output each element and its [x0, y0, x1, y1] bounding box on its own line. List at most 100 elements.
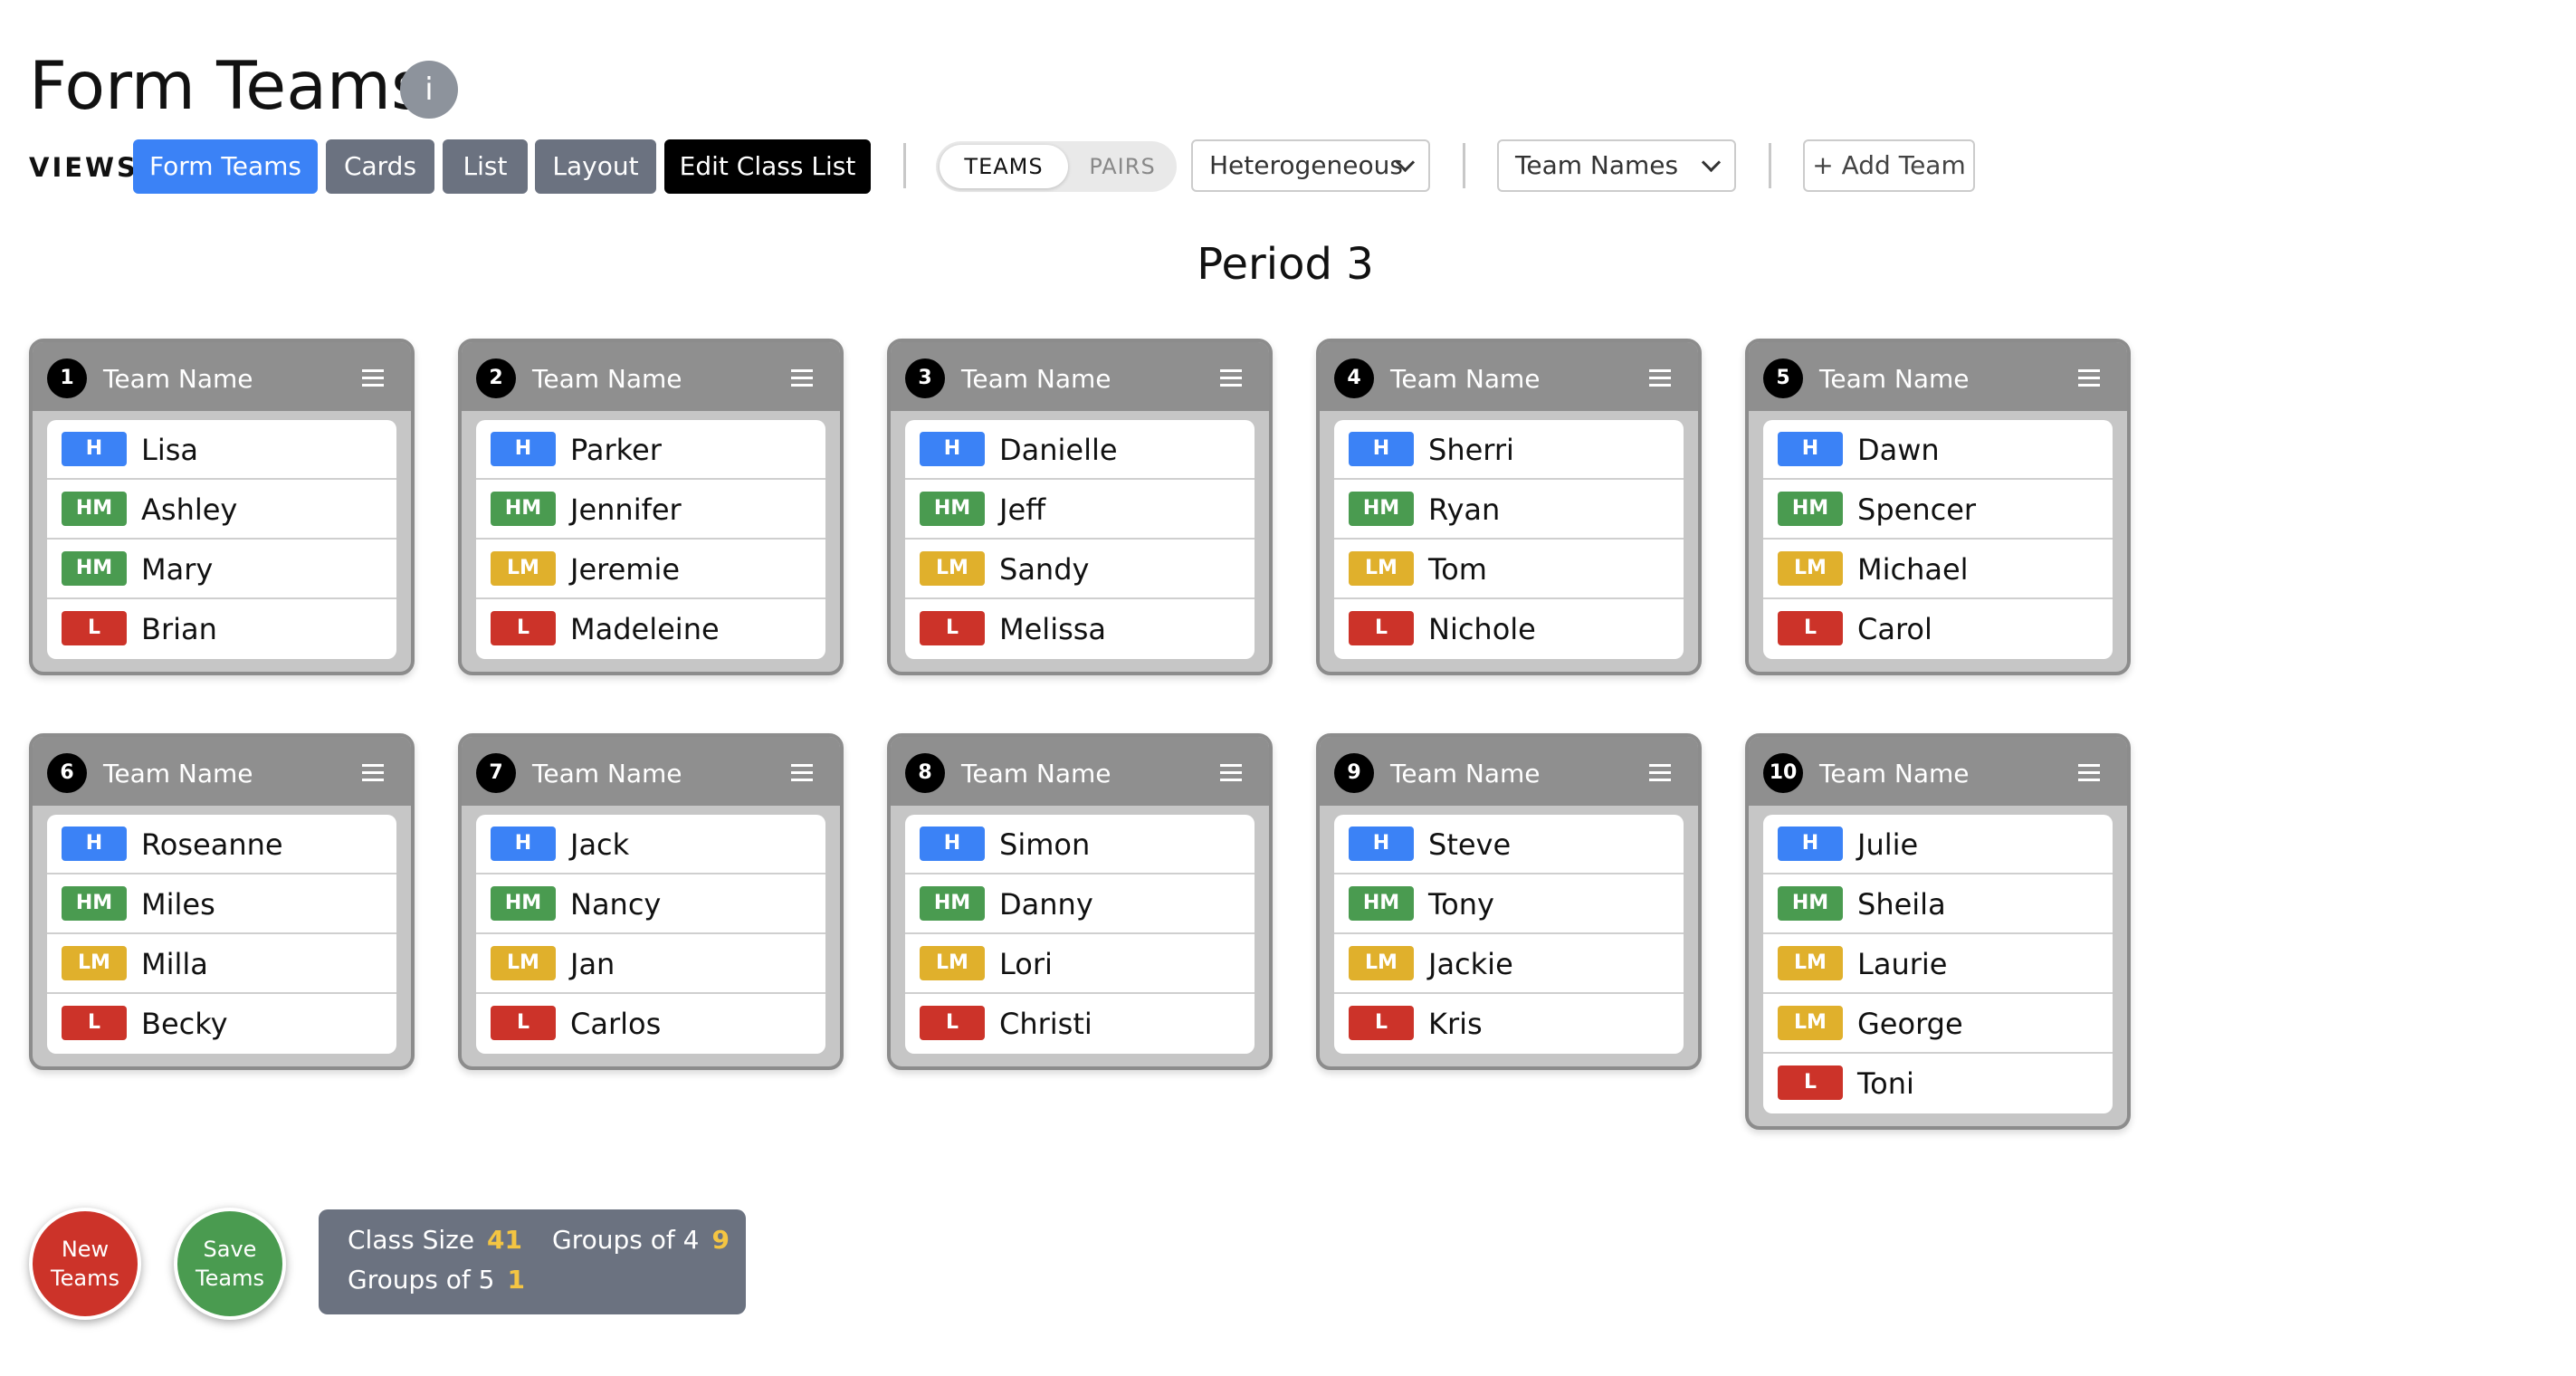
- team-name-label[interactable]: Team Name: [103, 342, 253, 416]
- form-teams-view-button[interactable]: Form Teams: [133, 139, 318, 194]
- team-member-row[interactable]: LM Laurie: [1763, 934, 2113, 994]
- team-member-row[interactable]: H Simon: [905, 815, 1255, 874]
- team-member-row[interactable]: HM Ashley: [47, 480, 396, 540]
- team-member-row[interactable]: HM Mary: [47, 540, 396, 599]
- team-member-row[interactable]: H Julie: [1763, 815, 2113, 874]
- team-name-label[interactable]: Team Name: [1390, 342, 1541, 416]
- team-member-row[interactable]: HM Sheila: [1763, 874, 2113, 934]
- team-member-row[interactable]: H Danielle: [905, 420, 1255, 480]
- team-card[interactable]: 8 Team Name H Simon HM Danny LM Lori L Christi: [887, 733, 1273, 1070]
- pairs-toggle-option[interactable]: PAIRS: [1072, 145, 1173, 188]
- teams-toggle-option[interactable]: TEAMS: [940, 145, 1068, 188]
- team-member-row[interactable]: L Nichole: [1334, 599, 1684, 659]
- team-member-row[interactable]: L Carol: [1763, 599, 2113, 659]
- team-member-row[interactable]: LM Sandy: [905, 540, 1255, 599]
- team-member-row[interactable]: LM Lori: [905, 934, 1255, 994]
- team-member-row[interactable]: H Steve: [1334, 815, 1684, 874]
- student-name: Jeremie: [570, 552, 681, 587]
- team-member-row[interactable]: H Parker: [476, 420, 825, 480]
- team-name-label[interactable]: Team Name: [1819, 342, 1970, 416]
- team-member-row[interactable]: LM George: [1763, 994, 2113, 1054]
- hamburger-menu-icon[interactable]: [362, 764, 384, 782]
- team-member-row[interactable]: H Jack: [476, 815, 825, 874]
- team-member-row[interactable]: LM Michael: [1763, 540, 2113, 599]
- team-member-row[interactable]: HM Jeff: [905, 480, 1255, 540]
- team-name-label[interactable]: Team Name: [961, 737, 1111, 811]
- grouping-select[interactable]: Heterogeneous: [1191, 139, 1430, 192]
- team-member-row[interactable]: LM Jackie: [1334, 934, 1684, 994]
- hamburger-menu-icon[interactable]: [2078, 764, 2100, 782]
- team-name-label[interactable]: Team Name: [1819, 737, 1970, 811]
- level-badge: LM: [1778, 946, 1843, 980]
- hamburger-menu-icon[interactable]: [1649, 764, 1671, 782]
- team-name-label[interactable]: Team Name: [532, 342, 682, 416]
- level-badge: L: [1778, 611, 1843, 645]
- team-member-row[interactable]: L Becky: [47, 994, 396, 1054]
- level-badge: HM: [1778, 886, 1843, 921]
- save-teams-button[interactable]: Save Teams: [174, 1208, 286, 1320]
- cards-view-button[interactable]: Cards: [326, 139, 434, 194]
- hamburger-menu-icon[interactable]: [1220, 764, 1242, 782]
- team-names-select[interactable]: Team Names: [1497, 139, 1736, 192]
- team-member-row[interactable]: HM Tony: [1334, 874, 1684, 934]
- edit-class-list-button[interactable]: Edit Class List: [664, 139, 871, 194]
- team-name-label[interactable]: Team Name: [961, 342, 1111, 416]
- team-member-row[interactable]: H Lisa: [47, 420, 396, 480]
- hamburger-menu-icon[interactable]: [791, 764, 813, 782]
- team-member-row[interactable]: LM Jan: [476, 934, 825, 994]
- hamburger-menu-icon[interactable]: [1649, 369, 1671, 387]
- team-card[interactable]: 10 Team Name H Julie HM Sheila LM Laurie LM Georg…: [1745, 733, 2131, 1130]
- team-member-row[interactable]: HM Jennifer: [476, 480, 825, 540]
- team-member-row[interactable]: H Dawn: [1763, 420, 2113, 480]
- team-card[interactable]: 7 Team Name H Jack HM Nancy LM Jan L Carlos: [458, 733, 844, 1070]
- team-card-header: 6 Team Name: [33, 737, 411, 806]
- team-member-row[interactable]: L Kris: [1334, 994, 1684, 1054]
- team-name-label[interactable]: Team Name: [532, 737, 682, 811]
- info-icon[interactable]: i: [400, 61, 458, 119]
- divider: [1463, 143, 1465, 188]
- team-member-row[interactable]: L Toni: [1763, 1054, 2113, 1113]
- team-card-header: 3 Team Name: [891, 342, 1269, 411]
- level-badge: L: [1349, 611, 1414, 645]
- period-title: Period 3: [1197, 239, 1374, 290]
- team-member-row[interactable]: HM Nancy: [476, 874, 825, 934]
- team-card[interactable]: 4 Team Name H Sherri HM Ryan LM Tom L Nichole: [1316, 339, 1702, 675]
- team-member-row[interactable]: HM Spencer: [1763, 480, 2113, 540]
- team-card[interactable]: 6 Team Name H Roseanne HM Miles LM Milla L Becky: [29, 733, 415, 1070]
- team-card[interactable]: 1 Team Name H Lisa HM Ashley HM Mary L Brian: [29, 339, 415, 675]
- team-member-row[interactable]: H Sherri: [1334, 420, 1684, 480]
- team-member-row[interactable]: L Christi: [905, 994, 1255, 1054]
- team-card[interactable]: 3 Team Name H Danielle HM Jeff LM Sandy L Melissa: [887, 339, 1273, 675]
- team-card[interactable]: 5 Team Name H Dawn HM Spencer LM Michael L Carol: [1745, 339, 2131, 675]
- team-member-row[interactable]: L Brian: [47, 599, 396, 659]
- team-member-row[interactable]: LM Jeremie: [476, 540, 825, 599]
- team-card[interactable]: 2 Team Name H Parker HM Jennifer LM Jeremie L Mad…: [458, 339, 844, 675]
- new-teams-button[interactable]: New Teams: [29, 1208, 141, 1320]
- teams-pairs-toggle[interactable]: TEAMS PAIRS: [936, 141, 1177, 192]
- hamburger-menu-icon[interactable]: [2078, 369, 2100, 387]
- team-member-row[interactable]: HM Danny: [905, 874, 1255, 934]
- team-member-row[interactable]: HM Ryan: [1334, 480, 1684, 540]
- student-name: Ashley: [141, 492, 238, 527]
- team-member-row[interactable]: L Melissa: [905, 599, 1255, 659]
- team-name-label[interactable]: Team Name: [103, 737, 253, 811]
- add-team-button[interactable]: + Add Team: [1803, 139, 1975, 192]
- team-member-list: H Julie HM Sheila LM Laurie LM George L Toni: [1763, 815, 2113, 1113]
- team-member-row[interactable]: L Carlos: [476, 994, 825, 1054]
- hamburger-menu-icon[interactable]: [362, 369, 384, 387]
- team-member-row[interactable]: L Madeleine: [476, 599, 825, 659]
- layout-view-button[interactable]: Layout: [535, 139, 656, 194]
- team-member-row[interactable]: HM Miles: [47, 874, 396, 934]
- team-member-row[interactable]: LM Milla: [47, 934, 396, 994]
- team-name-label[interactable]: Team Name: [1390, 737, 1541, 811]
- team-member-row[interactable]: H Roseanne: [47, 815, 396, 874]
- level-badge: L: [920, 1006, 985, 1040]
- hamburger-menu-icon[interactable]: [1220, 369, 1242, 387]
- student-name: Kris: [1428, 1007, 1483, 1041]
- team-member-row[interactable]: LM Tom: [1334, 540, 1684, 599]
- student-name: Sheila: [1857, 887, 1946, 922]
- student-name: Mary: [141, 552, 214, 587]
- list-view-button[interactable]: List: [443, 139, 528, 194]
- team-card[interactable]: 9 Team Name H Steve HM Tony LM Jackie L Kris: [1316, 733, 1702, 1070]
- hamburger-menu-icon[interactable]: [791, 369, 813, 387]
